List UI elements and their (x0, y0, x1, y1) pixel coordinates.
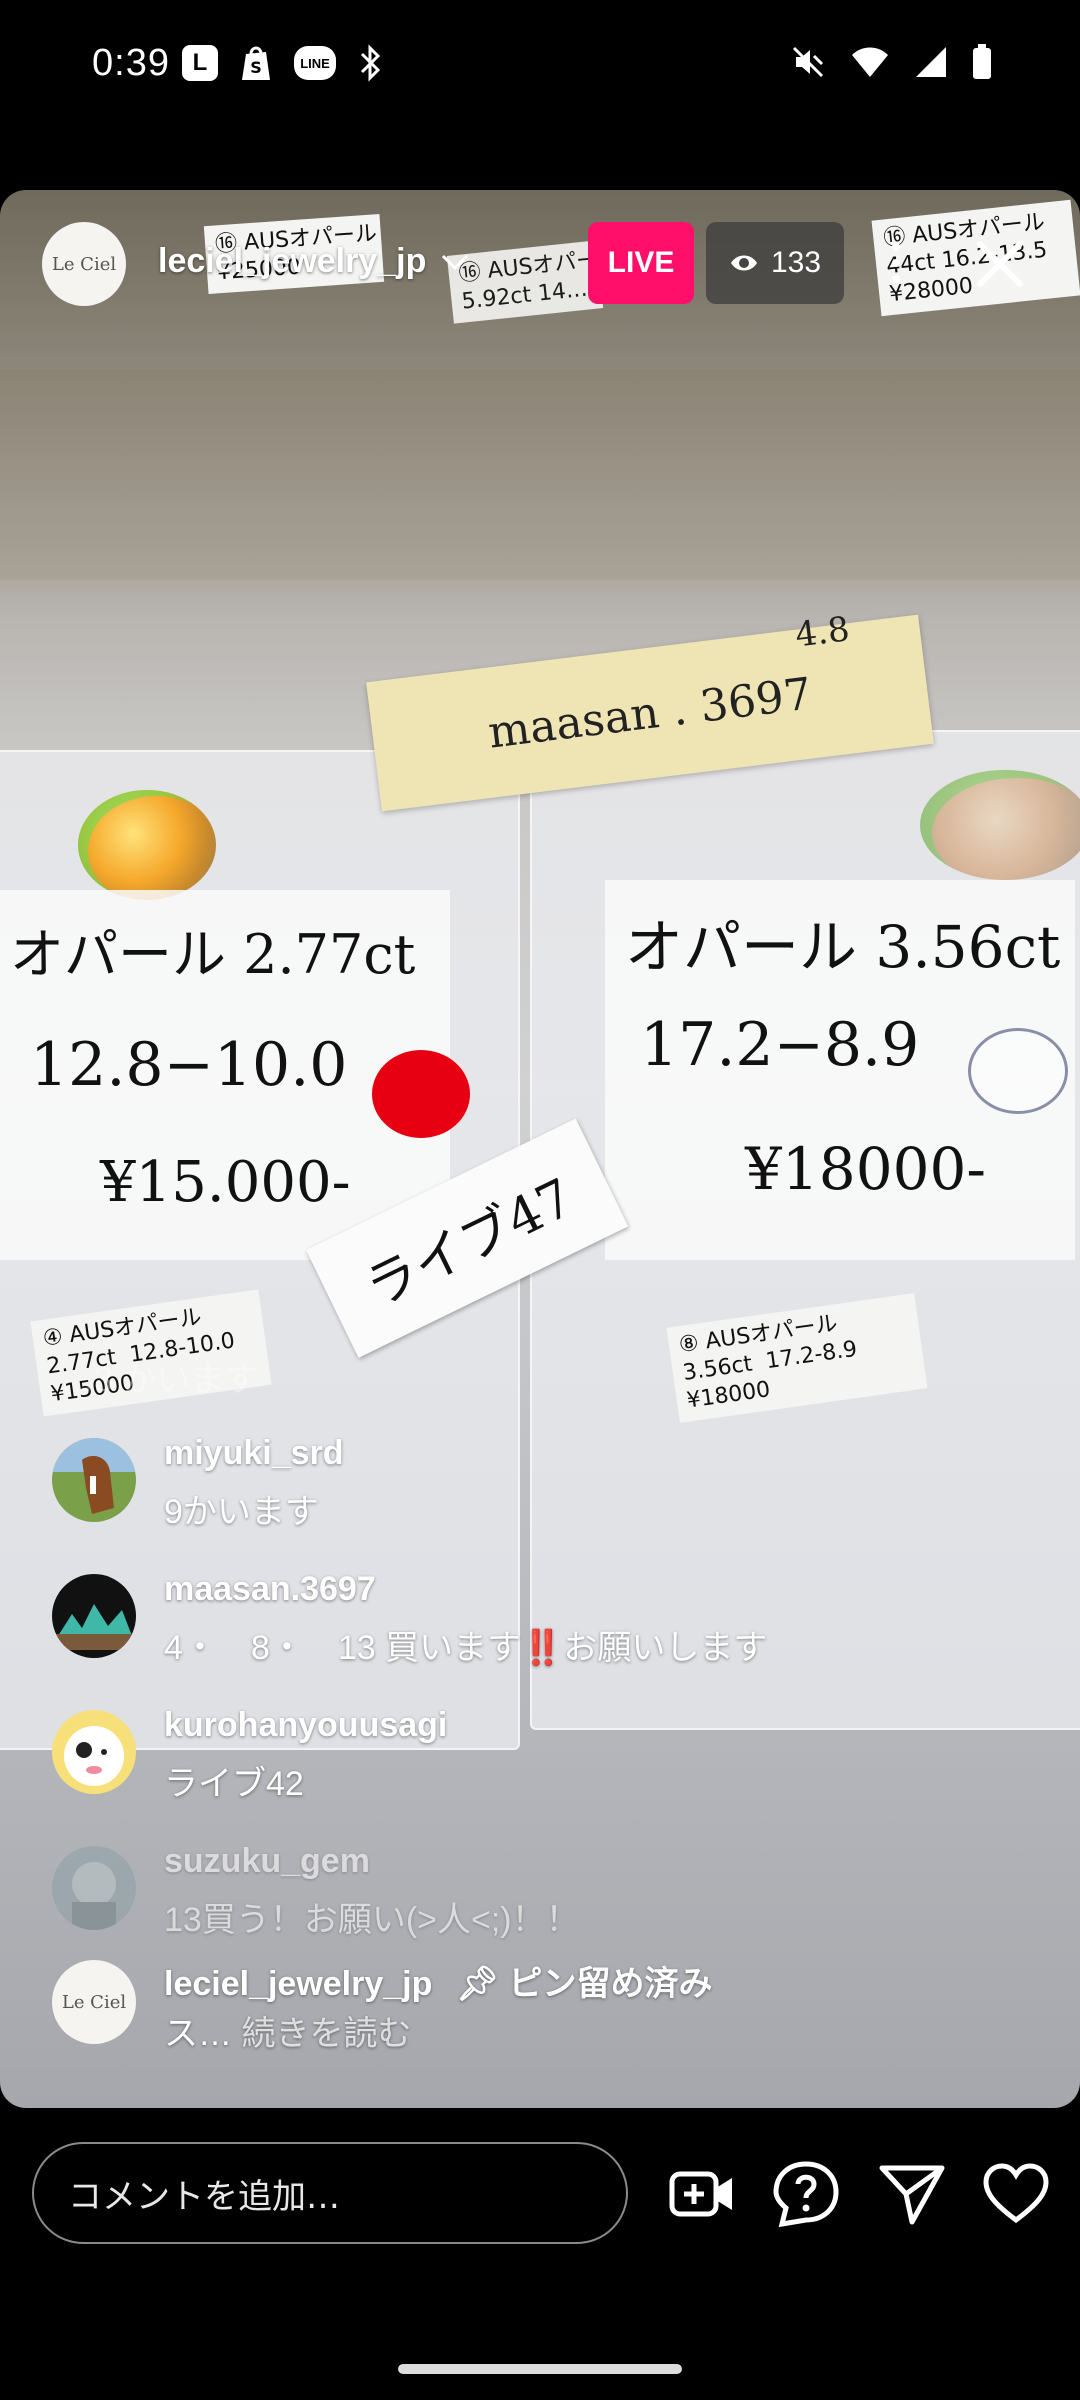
pin-icon: 📌︎ (455, 1965, 500, 2003)
right-card-line2: 17.2−8.9 (640, 1010, 920, 1080)
bluetooth-icon (360, 44, 381, 82)
pin-label-text: ピン留め済み (508, 1965, 713, 2003)
buyer-note-number: 4.8 (793, 609, 852, 656)
status-bar: 0:39 L S LINE (0, 0, 1080, 132)
opal-stone-right (920, 770, 1080, 880)
comment-text: 13買う！お願い(>人<;)！！ (164, 1901, 580, 1939)
left-card-line3: ¥15.000- (100, 1150, 351, 1215)
comment-username: maasan.3697 (164, 1570, 376, 1608)
right-card-line1: オパール 3.56ct (625, 913, 1061, 981)
host-avatar[interactable]: Le Ciel (42, 222, 126, 306)
more-options-icon[interactable] (876, 232, 916, 294)
pin-label: 📌︎ ピン留め済み (456, 1965, 713, 2003)
avatar (52, 1710, 136, 1794)
host-username-text: leciel_jewelry_jp (158, 242, 427, 280)
eye-icon (730, 255, 757, 271)
chevron-down-icon (442, 254, 469, 270)
avatar: Le Ciel (52, 1960, 136, 2044)
mute-icon (792, 46, 824, 78)
wifi-icon (852, 47, 888, 77)
add-video-icon[interactable] (668, 2160, 736, 2228)
pinned-username: leciel_jewelry_jp 📌︎ ピン留め済み (164, 1956, 712, 2005)
comment-text: 9かいます (164, 1493, 319, 1531)
home-indicator[interactable] (398, 2364, 682, 2374)
battery-icon (973, 44, 991, 79)
read-more-link[interactable]: 続きを読む (241, 2015, 411, 2053)
comment-username: suzuku_gem (164, 1842, 370, 1880)
l-app-icon: L (182, 45, 218, 81)
right-card-line3: ¥18000- (745, 1135, 987, 1203)
viewer-count-text: 133 (770, 246, 822, 279)
avatar (52, 1574, 136, 1658)
question-icon[interactable] (772, 2160, 840, 2228)
send-icon[interactable] (878, 2160, 946, 2228)
status-left-icons: L S LINE (182, 44, 384, 82)
live-badge: LIVE (588, 222, 694, 304)
empty-sticker (968, 1028, 1068, 1114)
pinned-text-prefix: ス… (164, 2015, 232, 2053)
status-time: 0:39 (92, 42, 170, 84)
comment-input[interactable]: コメントを追加… (32, 2142, 628, 2244)
buyer-note-text: maasan . 3697 (485, 667, 815, 759)
comment-username: miyuki_srd (164, 1434, 344, 1472)
left-card-line1: オパール 2.77ct (10, 923, 416, 986)
signal-icon (916, 47, 946, 77)
viewer-count[interactable]: 133 (706, 222, 844, 304)
comment-text: ライブ42 (164, 1765, 304, 1803)
line-icon: LINE (294, 46, 336, 80)
display-shelf (0, 370, 1080, 580)
pinned-text: ス… 続きを読む (164, 2006, 411, 2055)
left-card-line2: 12.8−10.0 (30, 1030, 348, 1100)
heart-icon[interactable] (982, 2160, 1050, 2228)
avatar (52, 1438, 136, 1522)
opal-stone-left (78, 790, 216, 900)
red-sticker (372, 1050, 470, 1138)
close-icon[interactable] (970, 234, 1030, 294)
status-right-icons (790, 44, 992, 80)
host-username[interactable]: leciel_jewelry_jp (158, 242, 470, 281)
faded-comment: …3 かいます (60, 1361, 259, 1399)
pinned-username-text: leciel_jewelry_jp (164, 1965, 433, 2003)
avatar (52, 1846, 136, 1930)
comment-username: kurohanyouusagi (164, 1706, 448, 1744)
live-video[interactable]: ⑯ AUSオパール ¥25000 ⑯ AUSオパール 5.92ct 14.… ⑯… (0, 190, 1080, 2108)
comment-text: 4・ 8・ 13 買います‼️お願いします (164, 1629, 768, 1667)
shopify-icon: S (242, 46, 270, 80)
svg-text:S: S (250, 58, 262, 77)
